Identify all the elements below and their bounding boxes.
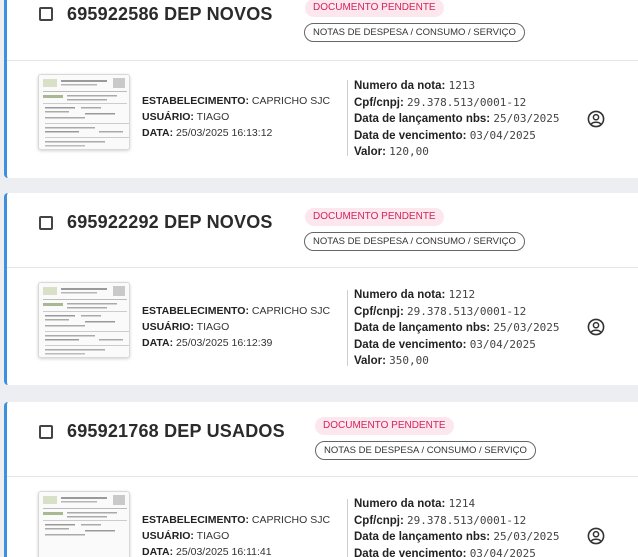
- valor-label: Valor:: [354, 146, 386, 158]
- data-value: 25/03/2025 16:12:39: [176, 337, 273, 349]
- document-card: 695922586 DEP NOVOS DOCUMENTO PENDENTE N…: [4, 0, 638, 178]
- lancamento-label: Data de lançamento nbs:: [354, 322, 491, 334]
- cpf-value: 29.378.513/0001-12: [407, 95, 527, 109]
- card-details: Numero da nota: 1214 Cpf/cnpj: 29.378.51…: [354, 496, 560, 557]
- numero-value: 1213: [448, 79, 476, 92]
- user-circle-icon[interactable]: [587, 110, 605, 128]
- status-badge: DOCUMENTO PENDENTE: [315, 417, 454, 435]
- lancamento-value: 25/03/2025: [493, 112, 560, 125]
- usuario-value: TIAGO: [196, 321, 230, 333]
- lancamento-value: 25/03/2025: [493, 321, 560, 334]
- document-thumbnail-icon[interactable]: [38, 74, 130, 150]
- estabelecimento-label: ESTABELECIMENTO:: [142, 514, 249, 526]
- data-value: 25/03/2025 16:11:41: [176, 546, 272, 557]
- category-tag: NOTAS DE DESPESA / CONSUMO / SERVIÇO: [304, 232, 525, 251]
- details-separator: [347, 290, 348, 366]
- vencimento-value: 03/04/2025: [469, 128, 536, 142]
- vencimento-value: 03/04/2025: [469, 337, 536, 351]
- card-header: 695922586 DEP NOVOS DOCUMENTO PENDENTE N…: [7, 0, 638, 46]
- usuario-label: USUÁRIO:: [142, 321, 194, 333]
- card-info: ESTABELECIMENTO: CAPRICHO SJC USUÁRIO: T…: [142, 93, 330, 141]
- cpf-value: 29.378.513/0001-12: [407, 513, 527, 527]
- card-title[interactable]: 695922586 DEP NOVOS: [67, 4, 273, 25]
- select-checkbox[interactable]: [39, 425, 53, 439]
- document-card: 695922292 DEP NOVOS DOCUMENTO PENDENTE N…: [4, 193, 638, 385]
- data-value: 25/03/2025 16:13:12: [176, 127, 273, 139]
- usuario-value: TIAGO: [196, 111, 230, 123]
- usuario-value: TIAGO: [196, 530, 230, 542]
- details-separator: [347, 80, 348, 156]
- data-label: DATA:: [142, 546, 174, 557]
- cpf-label: Cpf/cnpj:: [354, 305, 404, 318]
- card-header: 695922292 DEP NOVOS DOCUMENTO PENDENTE N…: [7, 193, 638, 251]
- data-label: DATA:: [142, 337, 174, 349]
- usuario-label: USUÁRIO:: [142, 530, 194, 542]
- card-title[interactable]: 695921768 DEP USADOS: [67, 421, 285, 442]
- select-checkbox[interactable]: [39, 216, 53, 230]
- card-header: 695921768 DEP USADOS DOCUMENTO PENDENTE …: [7, 402, 638, 460]
- select-checkbox[interactable]: [39, 7, 53, 21]
- numero-value: 1214: [448, 497, 476, 510]
- document-card: 695921768 DEP USADOS DOCUMENTO PENDENTE …: [4, 402, 638, 557]
- card-divider: [7, 267, 638, 268]
- card-details: Numero da nota: 1213 Cpf/cnpj: 29.378.51…: [354, 78, 560, 161]
- lancamento-value: 25/03/2025: [493, 530, 560, 543]
- card-title[interactable]: 695922292 DEP NOVOS: [67, 212, 273, 233]
- numero-label: Numero da nota:: [354, 498, 446, 510]
- document-thumbnail-icon[interactable]: [38, 282, 130, 358]
- cpf-label: Cpf/cnpj:: [354, 514, 404, 527]
- details-separator: [347, 499, 348, 557]
- card-divider: [7, 60, 638, 61]
- valor-label: Valor:: [354, 355, 386, 367]
- user-circle-icon[interactable]: [587, 318, 605, 336]
- vencimento-label: Data de vencimento:: [354, 547, 467, 557]
- numero-label: Numero da nota:: [354, 80, 446, 92]
- card-info: ESTABELECIMENTO: CAPRICHO SJC USUÁRIO: T…: [142, 303, 330, 351]
- usuario-label: USUÁRIO:: [142, 111, 194, 123]
- numero-label: Numero da nota:: [354, 289, 446, 301]
- category-tag: NOTAS DE DESPESA / CONSUMO / SERVIÇO: [315, 441, 536, 460]
- category-tag: NOTAS DE DESPESA / CONSUMO / SERVIÇO: [304, 23, 525, 42]
- vencimento-label: Data de vencimento:: [354, 338, 467, 351]
- lancamento-label: Data de lançamento nbs:: [354, 531, 491, 543]
- estabelecimento-value: CAPRICHO SJC: [251, 95, 331, 107]
- valor-value: 120,00: [389, 145, 429, 158]
- cpf-label: Cpf/cnpj:: [354, 96, 404, 109]
- estabelecimento-label: ESTABELECIMENTO:: [142, 95, 249, 107]
- data-label: DATA:: [142, 127, 174, 139]
- estabelecimento-value: CAPRICHO SJC: [251, 514, 331, 526]
- document-thumbnail-icon[interactable]: [38, 491, 130, 557]
- valor-value: 350,00: [389, 354, 429, 367]
- status-badge: DOCUMENTO PENDENTE: [305, 0, 444, 17]
- estabelecimento-value: CAPRICHO SJC: [251, 305, 331, 317]
- card-divider: [7, 476, 638, 477]
- user-circle-icon[interactable]: [587, 527, 605, 545]
- status-badge: DOCUMENTO PENDENTE: [305, 208, 444, 226]
- lancamento-label: Data de lançamento nbs:: [354, 113, 491, 125]
- estabelecimento-label: ESTABELECIMENTO:: [142, 305, 249, 317]
- numero-value: 1212: [448, 288, 476, 301]
- vencimento-label: Data de vencimento:: [354, 129, 467, 142]
- cpf-value: 29.378.513/0001-12: [407, 304, 527, 318]
- vencimento-value: 03/04/2025: [469, 546, 536, 557]
- card-details: Numero da nota: 1212 Cpf/cnpj: 29.378.51…: [354, 287, 560, 370]
- card-info: ESTABELECIMENTO: CAPRICHO SJC USUÁRIO: T…: [142, 512, 330, 557]
